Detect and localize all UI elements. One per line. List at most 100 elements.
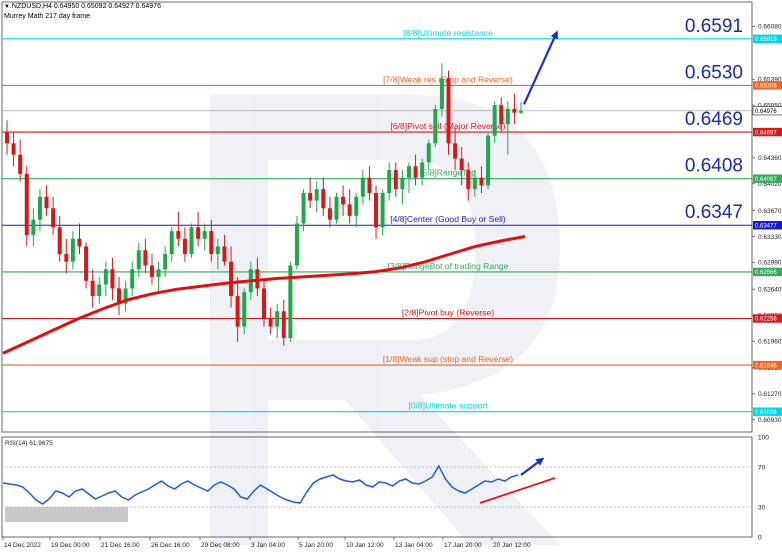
candle-body [492, 105, 497, 136]
candle-body [505, 108, 510, 125]
candle-body [77, 238, 82, 247]
level-big-annotation: 0.6347 [685, 202, 743, 223]
candle-body [149, 265, 154, 277]
date-axis-label: 19 Dec 00:00 [51, 542, 90, 549]
candle-body [222, 246, 227, 262]
candle-body [268, 318, 273, 327]
candle-body [341, 196, 346, 205]
candle-body [262, 288, 266, 319]
level-big-annotation: 0.6469 [685, 109, 743, 130]
candle-body [446, 78, 451, 144]
candle-body [308, 192, 313, 201]
level-price-tag-text: 0.62256 [755, 317, 777, 323]
rsi-label: RSI(14) 61.9675 [5, 440, 53, 447]
candle-body [453, 143, 458, 159]
candle-body [169, 231, 174, 255]
candle-body [11, 143, 16, 155]
date-axis-label: 3 Jan 04:00 [251, 542, 285, 549]
candle-body [321, 189, 326, 209]
candle-body [18, 154, 23, 174]
candle-body [499, 105, 504, 125]
price-scale-label: 0.60930 [758, 417, 782, 424]
candle-body [406, 166, 411, 178]
level-big-annotation: 0.6408 [685, 156, 743, 177]
price-scale-label: 0.61270 [758, 391, 782, 398]
rsi-highlight-box [5, 507, 128, 522]
candle-body [176, 231, 181, 239]
date-axis-label: 20 Jan 12:00 [493, 542, 531, 549]
level-price-tag-text: 0.64087 [755, 177, 777, 183]
candle-body [400, 177, 405, 190]
level-price-tag-text: 0.65308 [755, 84, 777, 90]
candle-body [57, 227, 62, 255]
candle-body [110, 269, 115, 289]
candle-body [189, 227, 194, 255]
level-price-tag-text: 0.61646 [755, 363, 777, 369]
candle-body [519, 110, 523, 113]
date-axis-label: 26 Dec 16:00 [151, 542, 190, 549]
candle-body [143, 250, 148, 266]
candle-body [97, 284, 102, 297]
level-big-annotation: 0.6591 [685, 16, 743, 37]
level-big-annotation: 0.6530 [685, 62, 743, 83]
candle-body [163, 254, 168, 270]
candle-body [354, 196, 359, 216]
candle-body [479, 177, 484, 186]
date-axis-label: 5 Jan 20:00 [299, 542, 333, 549]
price-scale-label: 0.63330 [758, 234, 782, 241]
candle-body [472, 177, 477, 190]
candle-body [327, 208, 332, 220]
candle-body [209, 231, 214, 255]
candle-body [512, 108, 517, 113]
candle-body [64, 254, 69, 262]
price-scale-label: 0.62990 [758, 260, 782, 267]
forex-chart: 0.660800.653900.650500.643600.640200.636… [1, 1, 782, 549]
candle-body [281, 311, 286, 339]
level-price-tag-text: 0.64697 [755, 130, 777, 136]
candle-body [242, 292, 247, 327]
price-scale-label: 0.64360 [758, 155, 782, 162]
candle-body [130, 269, 135, 289]
candle-body [90, 280, 95, 297]
candle-body [314, 189, 319, 201]
candle-body [334, 196, 339, 220]
candle-body [103, 269, 108, 285]
candle-body [182, 238, 187, 255]
murrey-level-label: [8/8]Ultimate resistance [403, 28, 493, 38]
murrey-level-label: [0/8]Ultimate support [408, 401, 488, 411]
candle-body [24, 173, 29, 235]
candle-body [393, 170, 398, 190]
candle-body [420, 162, 425, 178]
candle-body [413, 166, 418, 178]
candle-body [156, 269, 161, 277]
candle-body [275, 311, 280, 327]
date-axis-label: 21 Dec 16:00 [101, 542, 140, 549]
level-price-tag-text: 0.65918 [755, 37, 777, 43]
rsi-scale-label: 70 [758, 464, 766, 471]
price-scale-label: 0.62640 [758, 286, 782, 293]
murrey-level-label: [1/8]Weak sup (stop and Reverse) [383, 354, 513, 364]
candle-body [84, 246, 89, 281]
candle-body [196, 227, 201, 239]
murrey-level-label: [4/8]Center (Good Buy or Sell) [390, 214, 506, 224]
candle-body [294, 223, 299, 266]
candle-body [37, 196, 42, 220]
candle-body [215, 246, 220, 255]
candle-body [374, 192, 379, 228]
candle-body [70, 238, 75, 262]
date-axis-label: 17 Jan 20:00 [444, 542, 482, 549]
candle-body [202, 231, 207, 239]
murrey-level-label: [2/8]Pivot buy (Reverse) [402, 308, 494, 318]
candle-body [136, 250, 141, 270]
candle-body [347, 204, 352, 216]
price-scale-label: 0.63670 [758, 208, 782, 215]
rsi-scale-label: 100 [758, 434, 769, 441]
watermark-logo [210, 95, 560, 545]
candle-body [439, 78, 444, 109]
candle-body [459, 158, 464, 171]
candle-body [51, 208, 56, 228]
price-scale-label: 0.61960 [758, 338, 782, 345]
date-axis-label: 14 Dec 2022 [4, 542, 41, 549]
candle-body [235, 296, 240, 327]
candle-body [433, 108, 438, 144]
